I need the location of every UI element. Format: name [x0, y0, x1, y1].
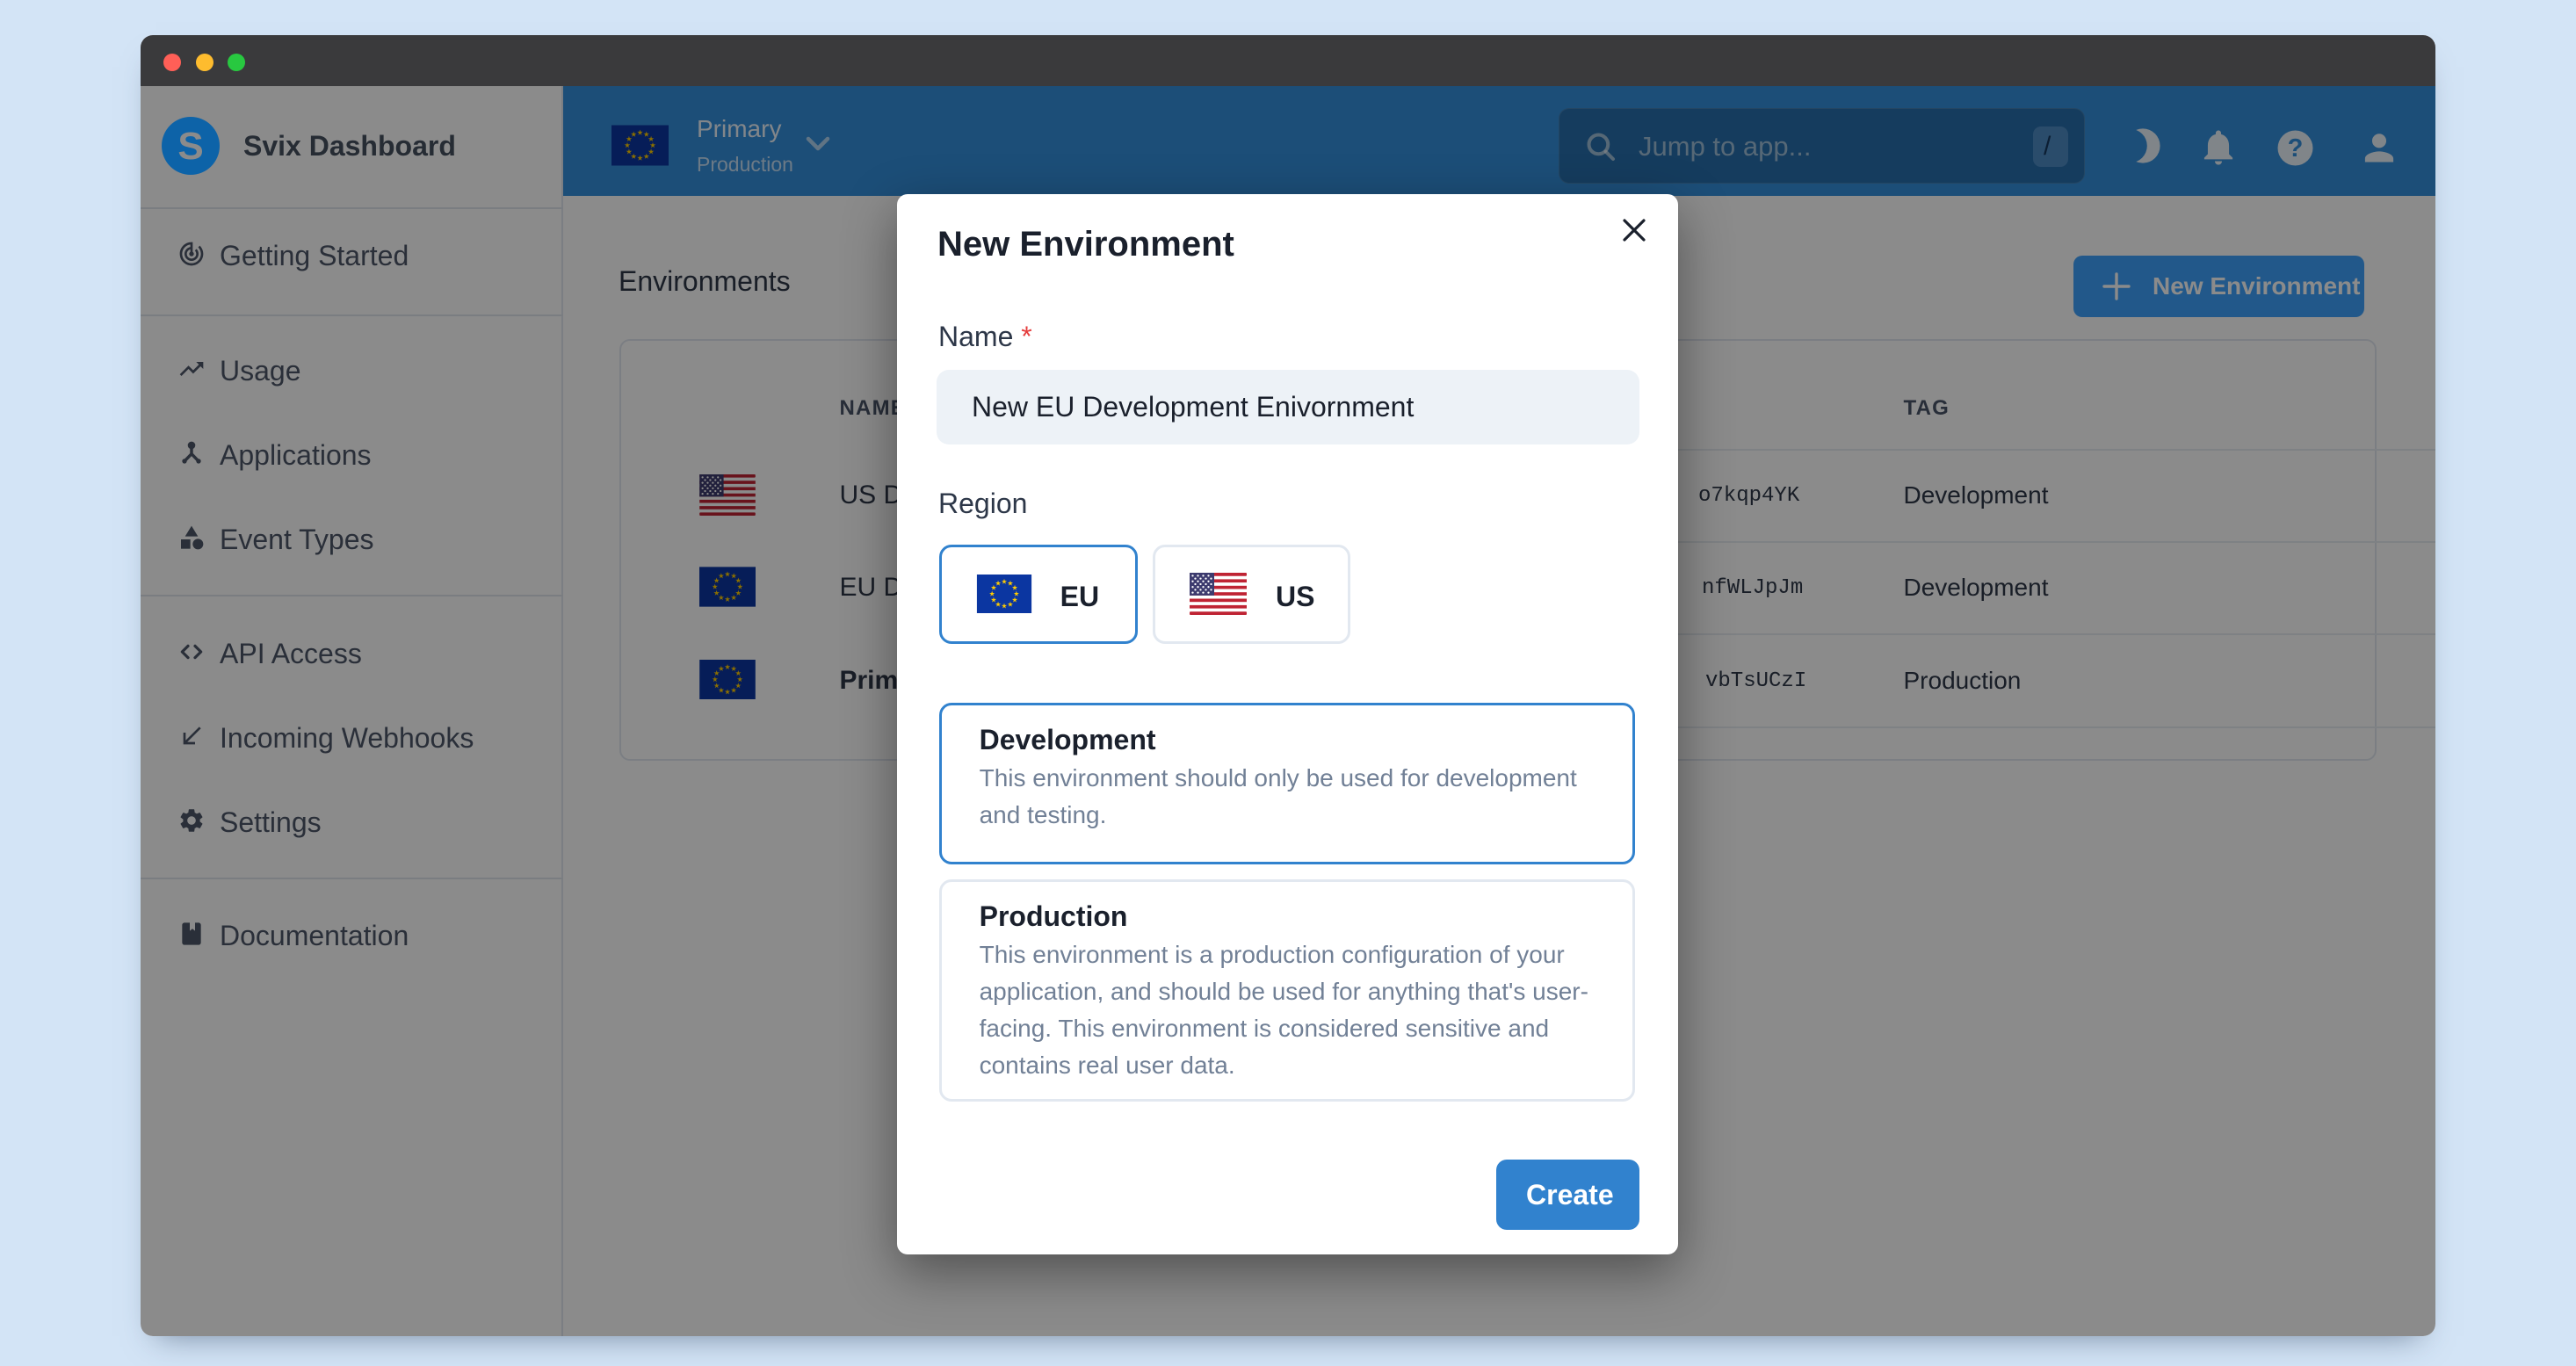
svg-text:?: ? [2288, 134, 2304, 163]
svg-text:S: S [177, 125, 203, 168]
